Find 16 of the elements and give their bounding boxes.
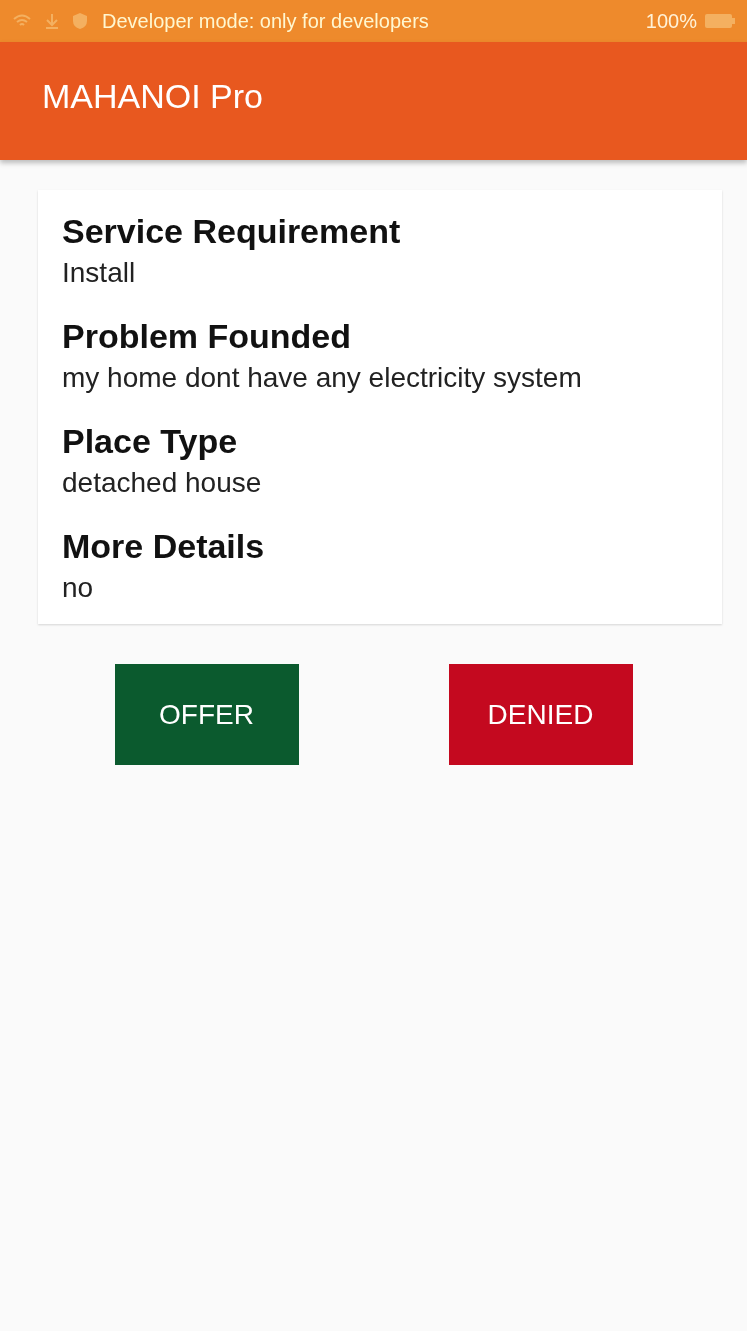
detail-label: More Details: [62, 527, 266, 566]
app-title: MAHANOI Pro: [42, 76, 264, 116]
detail-value: detached house: [62, 467, 263, 499]
detail-value: my home dont have any electricity system: [62, 362, 583, 394]
denied-button[interactable]: DENIED: [448, 664, 633, 765]
shield-icon: [72, 12, 88, 30]
developer-mode-notice: Developer mode: only for developers: [102, 9, 429, 33]
detail-label: Place Type: [62, 422, 239, 461]
offer-button[interactable]: OFFER: [114, 664, 299, 765]
battery-percent: 100%: [645, 9, 697, 33]
battery-icon: [705, 14, 735, 28]
detail-label: Problem Founded: [62, 317, 352, 356]
detail-label: Service Requirement: [62, 212, 402, 251]
detail-value: no: [62, 572, 95, 604]
download-icon: [44, 12, 60, 30]
detail-value: Install: [62, 257, 137, 289]
